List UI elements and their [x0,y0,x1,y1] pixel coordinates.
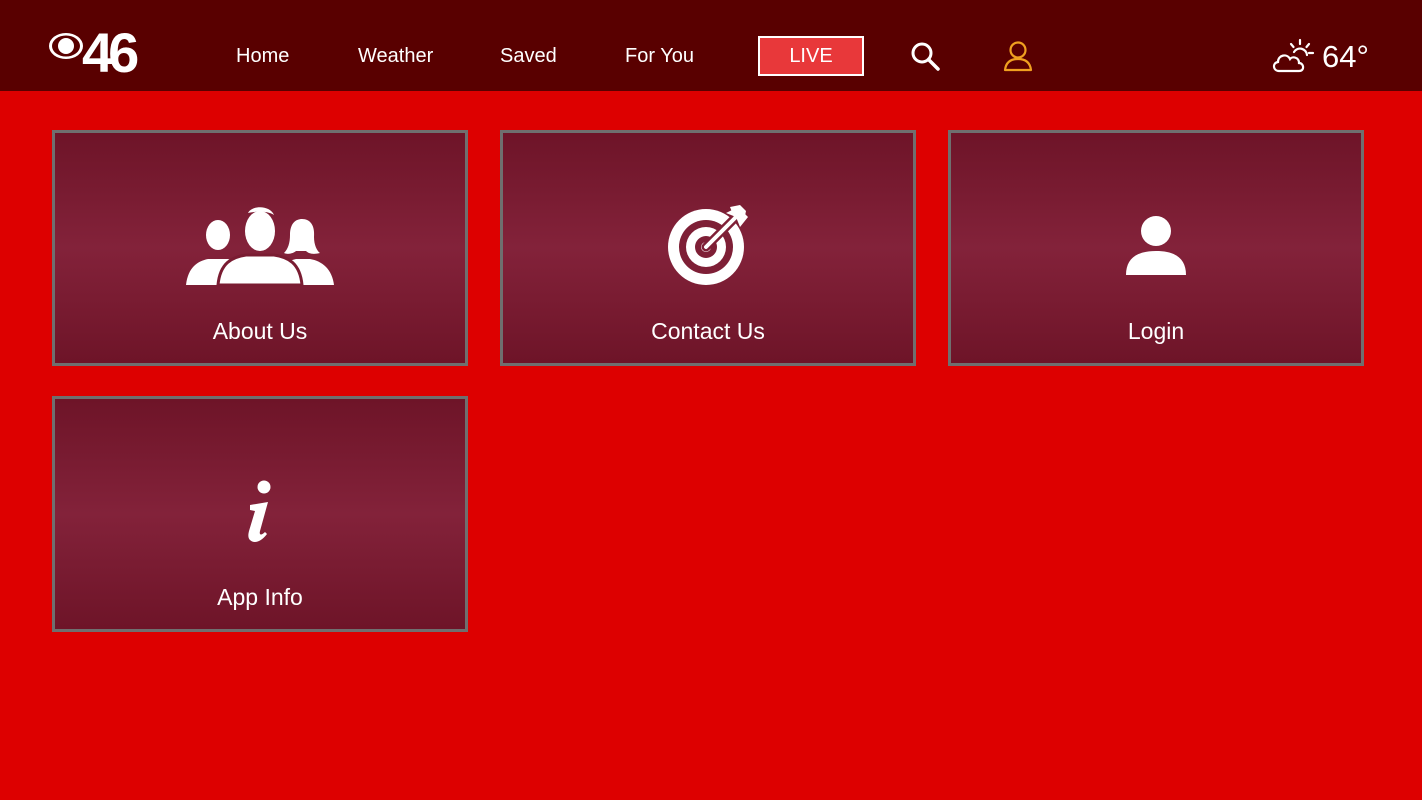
account-button[interactable] [1000,37,1036,75]
about-us-tile[interactable]: About Us [52,130,468,366]
partly-cloudy-icon [1272,38,1315,73]
tile-icon-wrap [503,201,913,291]
live-button-label: LIVE [789,44,833,67]
group-icon [186,207,334,287]
user-icon [1126,216,1186,275]
nav-for-you[interactable]: For You [625,44,694,68]
live-button[interactable]: LIVE [758,36,864,76]
nav-home[interactable]: Home [236,44,289,68]
cbs46-logo[interactable]: 46 [48,20,143,84]
svg-text:46: 46 [82,21,138,76]
contact-us-label: Contact Us [651,318,765,344]
about-us-label: About Us [212,318,308,344]
contact-us-tile[interactable]: Contact Us [500,130,916,366]
target-icon [668,205,748,285]
tile-icon-wrap [951,201,1361,291]
search-icon [911,42,940,71]
nav-saved[interactable]: Saved [500,44,557,68]
search-button[interactable] [906,37,944,75]
login-tile[interactable]: Login [948,130,1364,366]
tile-icon-wrap [55,201,465,291]
top-navigation-bar: 46 Home Weather Saved For You LIVE 64° [0,0,1422,91]
app-info-label: App Info [217,584,303,610]
login-label: Login [1127,318,1185,344]
tile-icon-wrap [55,467,465,557]
weather-temperature: 64° [1322,39,1369,74]
info-icon [248,480,271,542]
weather-widget[interactable]: 64° [1270,34,1369,80]
nav-weather[interactable]: Weather [358,44,433,68]
user-icon [1003,41,1033,72]
app-info-tile[interactable]: App Info [52,396,468,632]
